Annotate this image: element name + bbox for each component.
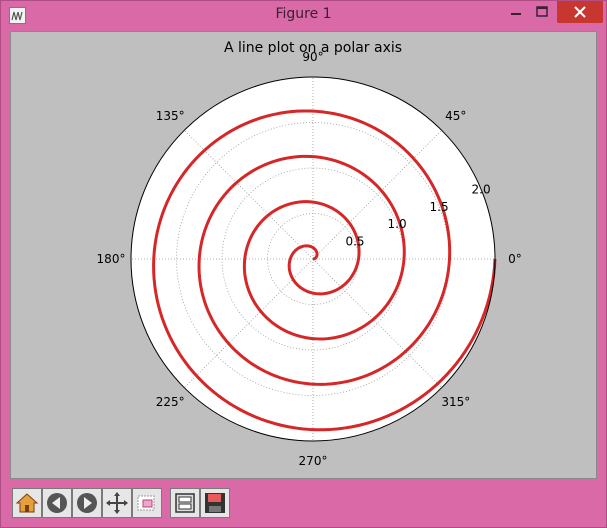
angle-tick-label: 315° bbox=[441, 395, 470, 409]
title-bar[interactable]: Figure 1 bbox=[1, 1, 606, 31]
radial-tick-label: 2.0 bbox=[472, 182, 491, 196]
configure-subplots-button[interactable] bbox=[170, 488, 200, 518]
angle-tick-label: 180° bbox=[97, 252, 126, 266]
angle-tick-label: 225° bbox=[156, 395, 185, 409]
pan-icon bbox=[106, 492, 128, 514]
close-icon bbox=[574, 6, 586, 18]
zoom-button[interactable] bbox=[132, 488, 162, 518]
minimize-button[interactable] bbox=[503, 1, 529, 23]
angle-tick-label: 0° bbox=[508, 252, 522, 266]
figure-canvas[interactable]: A line plot on a polar axis 0° 45° 90° 135°… bbox=[10, 31, 597, 479]
angle-tick-label: 45° bbox=[445, 109, 466, 123]
back-button[interactable] bbox=[42, 488, 72, 518]
zoom-icon bbox=[137, 495, 155, 511]
save-icon bbox=[205, 493, 225, 513]
angle-tick-label: 270° bbox=[299, 454, 328, 468]
radial-tick-label: 1.0 bbox=[388, 217, 407, 231]
forward-icon bbox=[77, 493, 97, 513]
polar-plot[interactable]: A line plot on a polar axis 0°45°90°135°… bbox=[11, 32, 596, 478]
forward-button[interactable] bbox=[72, 488, 102, 518]
configure-subplots-icon bbox=[175, 493, 195, 513]
angle-tick-label: 135° bbox=[156, 109, 185, 123]
angle-tick-label: 90° bbox=[302, 50, 323, 64]
close-button[interactable] bbox=[557, 1, 603, 23]
back-icon bbox=[47, 493, 67, 513]
maximize-button[interactable] bbox=[529, 1, 555, 23]
home-icon bbox=[15, 493, 39, 513]
maximize-icon bbox=[536, 6, 548, 17]
home-button[interactable] bbox=[12, 488, 42, 518]
radial-tick-label: 0.5 bbox=[345, 235, 364, 249]
pan-button[interactable] bbox=[102, 488, 132, 518]
save-button[interactable] bbox=[200, 488, 230, 518]
figure-window: Figure 1 A line plot on a polar axis 0° 4… bbox=[0, 0, 607, 528]
minimize-icon bbox=[511, 13, 521, 15]
radial-tick-label: 1.5 bbox=[430, 200, 449, 214]
navigation-toolbar bbox=[10, 485, 597, 521]
